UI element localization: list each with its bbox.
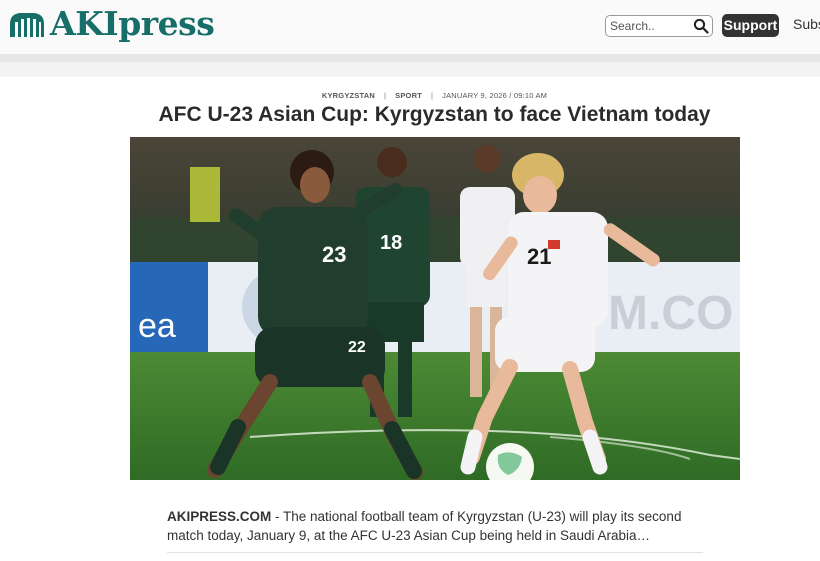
article-photo: ea M.CO 18 23 22 21 [130,137,740,480]
article-meta: KYRGYZSTAN | SPORT | JANUARY 9, 2026 / 09:10… [0,91,820,100]
football-match-illustration: ea M.CO 18 23 22 21 [130,137,740,480]
article-lead: AKIPRESS.COM - The national football tea… [167,507,707,545]
article-date: JANUARY 9, 2026 / 09:10 AM [442,91,548,100]
site-logo[interactable]: AKIpress [8,4,215,43]
ad-board-left-text: ea [138,307,176,345]
article-source: AKIPRESS.COM [167,509,272,524]
article-card: KYRGYZSTAN | SPORT | JANUARY 9, 2026 / 09:10… [0,77,820,561]
support-button[interactable]: Support [722,14,779,37]
ad-board-text: M.CO [608,287,733,340]
site-header: AKIpress Support Subs [0,0,820,54]
search-icon[interactable] [693,18,709,34]
green-player-shorts-number: 22 [348,339,366,356]
article-title: AFC U-23 Asian Cup: Kyrgyzstan to face V… [158,103,711,126]
article-divider [167,552,703,553]
background-player-number: 18 [380,232,402,254]
green-player-number: 23 [322,242,346,267]
white-player-number: 21 [527,244,551,269]
article-category-link[interactable]: KYRGYZSTAN [322,91,375,100]
meta-separator: | [430,91,434,100]
akipress-logo-icon [10,13,44,37]
article-section-link[interactable]: SPORT [395,91,422,100]
meta-separator: | [383,91,387,100]
search-input[interactable] [610,19,696,33]
search-box [605,15,713,37]
header-divider-band [0,54,820,62]
logo-text: AKIpress [50,4,215,43]
subscribe-link[interactable]: Subs [793,16,820,32]
